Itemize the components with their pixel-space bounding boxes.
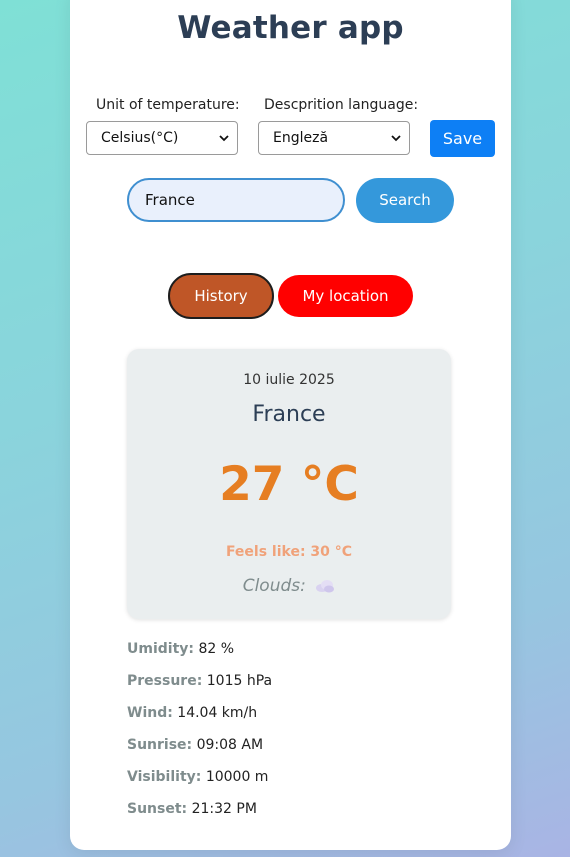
my-location-button[interactable]: My location [278,275,413,317]
detail-pressure: Pressure: 1015 hPa [127,673,273,689]
unit-label: Unit of temperature: [96,97,240,113]
chevron-down-icon [219,135,229,142]
weather-temperature: 27 °C [219,457,359,512]
unit-select[interactable]: Celsius(°C) [86,121,238,155]
weather-condition: Clouds: [127,576,451,596]
app-title: Weather app [177,10,404,46]
detail-humidity: Umidity: 82 % [127,641,235,657]
language-select[interactable]: Engleză [258,121,410,155]
cloud-icon [316,580,335,593]
history-button[interactable]: History [168,273,274,319]
detail-wind: Wind: 14.04 km/h [127,705,258,721]
feels-like: Feels like: 30 °C [225,544,353,560]
weather-date: 10 iulie 2025 [243,372,335,388]
weather-city: France [252,402,326,427]
save-button[interactable]: Save [430,120,495,157]
chevron-down-icon [391,135,401,142]
condition-label: Clouds: [242,576,306,596]
weather-summary: 10 iulie 2025 France 27 °C Feels like: 3… [127,349,451,619]
search-input[interactable]: France [127,178,345,222]
detail-visibility: Visibility: 10000 m [127,769,269,785]
unit-select-value: Celsius(°C) [101,130,179,146]
language-label: Descprition language: [264,97,419,113]
detail-sunset: Sunset: 21:32 PM [127,801,257,817]
language-select-value: Engleză [273,130,329,146]
detail-sunrise: Sunrise: 09:08 AM [127,737,264,753]
search-button[interactable]: Search [356,178,454,223]
weather-details: Umidity: 82 % Pressure: 1015 hPa Wind: 1… [127,641,272,833]
